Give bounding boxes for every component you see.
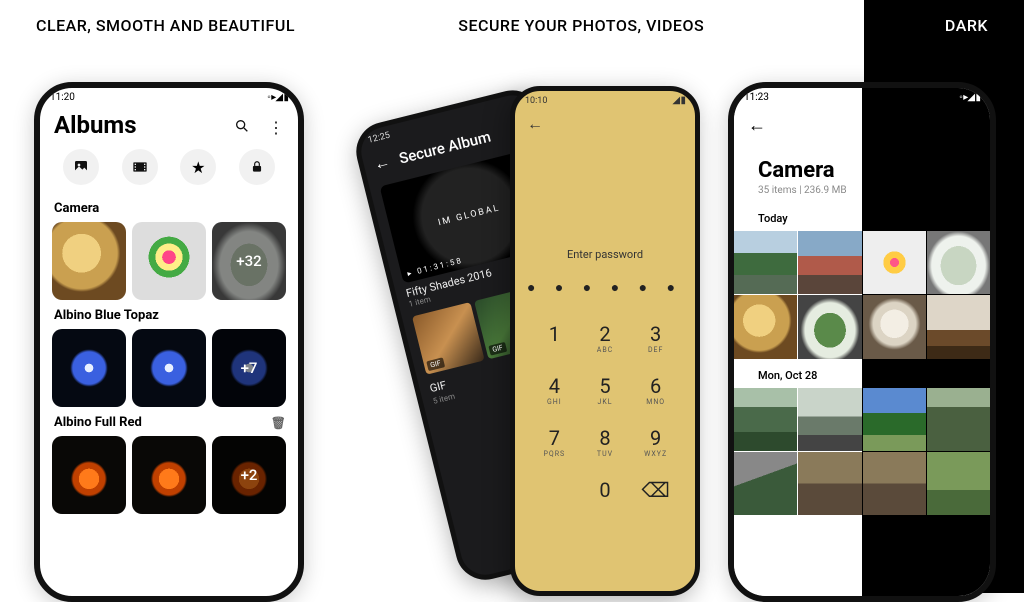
day-label: Today <box>734 202 990 231</box>
movie-logo: IM GLOBAL <box>437 203 501 228</box>
photo-thumbnail[interactable] <box>132 222 206 300</box>
theme-label-light: LIGHT <box>867 16 914 35</box>
photo-thumbnail[interactable] <box>52 436 126 514</box>
photo-thumbnail[interactable]: +32 <box>212 222 286 300</box>
status-time: 12:25 <box>367 130 391 145</box>
filter-row: ★ <box>52 149 286 185</box>
status-bar: 10:10 ◢ ▮ <box>515 91 695 110</box>
photo-thumbnail[interactable] <box>863 231 926 294</box>
theme-label-dark: DARK <box>945 16 988 35</box>
keypad-key-2[interactable]: 2ABC <box>580 322 631 354</box>
status-time: 10:10 <box>525 96 547 106</box>
trash-icon[interactable]: 🗑 <box>271 416 286 430</box>
thumbnail-row: +7 <box>52 329 286 407</box>
more-count-overlay[interactable]: +32 <box>212 222 286 300</box>
photo-thumbnail[interactable] <box>927 452 990 515</box>
phone-albums: 11:20 ◦ ▸◢ ▮ Albums ⋮ ★ Camera+32Albino … <box>34 82 304 602</box>
status-icons: ◦ ▸◢ ▮ <box>959 92 980 103</box>
phone-light-dark: 11:23 ◦ ▸◢ ▮ ← Camera 35 items | 236.9 M… <box>728 82 996 602</box>
keypad-key-1[interactable]: 1 <box>529 322 580 354</box>
photo-thumbnail[interactable] <box>734 231 797 294</box>
secure-item-gif[interactable]: GIF <box>412 302 485 375</box>
gif-badge: GIF <box>426 357 444 371</box>
keypad-key-0[interactable]: 0 <box>580 478 631 502</box>
thumbnail-row: +32 <box>52 222 286 300</box>
photo-grid <box>734 388 990 516</box>
more-icon[interactable]: ⋮ <box>268 118 284 138</box>
keypad-key-7[interactable]: 7PQRS <box>529 426 580 458</box>
album-subtitle: 35 items | 236.9 MB <box>758 185 966 196</box>
status-time: 11:20 <box>50 92 75 103</box>
photo-thumbnail[interactable] <box>863 452 926 515</box>
album-title: Camera <box>758 158 966 183</box>
search-icon[interactable] <box>234 118 250 138</box>
photo-thumbnail[interactable] <box>798 388 861 451</box>
status-time: 11:23 <box>744 92 769 103</box>
keypad-key-3[interactable]: 3DEF <box>630 322 681 354</box>
marketing-headlines: CLEAR, SMOOTH AND BEAUTIFUL SECURE YOUR … <box>0 16 1024 35</box>
photo-thumbnail[interactable]: +2 <box>212 436 286 514</box>
filter-videos[interactable] <box>122 149 158 185</box>
photo-thumbnail[interactable] <box>798 231 861 294</box>
phone-password: 10:10 ◢ ▮ ← Enter password ● ● ● ● ● ● 1… <box>510 86 700 596</box>
photo-thumbnail[interactable] <box>734 388 797 451</box>
status-icons: ◦ ▸◢ ▮ <box>267 92 288 103</box>
photo-thumbnail[interactable] <box>52 329 126 407</box>
more-count-overlay[interactable]: +2 <box>212 436 286 514</box>
headline-middle: SECURE YOUR PHOTOS, VIDEOS <box>458 16 704 35</box>
album-section-title: Camera <box>54 201 286 216</box>
gif-badge: GIF <box>488 342 506 356</box>
photo-thumbnail[interactable] <box>798 452 861 515</box>
photo-thumbnail[interactable] <box>52 222 126 300</box>
photo-thumbnail[interactable] <box>132 329 206 407</box>
photo-thumbnail[interactable] <box>798 295 861 358</box>
status-bar: 11:20 ◦ ▸◢ ▮ <box>40 88 298 107</box>
keypad-key-6[interactable]: 6MNO <box>630 374 681 406</box>
keypad-key-5[interactable]: 5JKL <box>580 374 631 406</box>
photo-thumbnail[interactable] <box>927 388 990 451</box>
keypad-key-4[interactable]: 4GHI <box>529 374 580 406</box>
day-label: Mon, Oct 28 <box>734 359 990 388</box>
password-dots: ● ● ● ● ● ● <box>515 279 695 296</box>
back-icon[interactable]: ← <box>734 107 990 136</box>
filter-images[interactable] <box>63 149 99 185</box>
photo-thumbnail[interactable] <box>734 452 797 515</box>
photo-thumbnail[interactable] <box>927 295 990 358</box>
more-count-overlay[interactable]: +7 <box>212 329 286 407</box>
status-icons: ◢ ▮ <box>672 95 685 106</box>
password-prompt: Enter password <box>515 248 695 261</box>
status-bar: 11:23 ◦ ▸◢ ▮ <box>734 88 990 107</box>
photo-thumbnail[interactable] <box>734 295 797 358</box>
filter-favorite[interactable]: ★ <box>180 149 216 185</box>
numeric-keypad: 12ABC3DEF 4GHI5JKL6MNO 7PQRS8TUV9WXYZ 0⌫ <box>515 322 695 502</box>
photo-thumbnail[interactable] <box>927 231 990 294</box>
photo-grid <box>734 231 990 359</box>
keypad-backspace[interactable]: ⌫ <box>630 478 681 502</box>
filter-secure[interactable] <box>239 149 275 185</box>
keypad-empty <box>529 478 580 502</box>
photo-thumbnail[interactable] <box>863 295 926 358</box>
keypad-key-9[interactable]: 9WXYZ <box>630 426 681 458</box>
back-icon[interactable]: ← <box>515 110 695 138</box>
photo-thumbnail[interactable] <box>863 388 926 451</box>
album-section-title: Albino Blue Topaz <box>54 308 286 323</box>
headline-left: CLEAR, SMOOTH AND BEAUTIFUL <box>36 16 295 35</box>
album-section-title: Albino Full Red🗑 <box>54 415 286 430</box>
photo-thumbnail[interactable]: +7 <box>212 329 286 407</box>
photo-thumbnail[interactable] <box>132 436 206 514</box>
keypad-key-8[interactable]: 8TUV <box>580 426 631 458</box>
thumbnail-row: +2 <box>52 436 286 514</box>
back-icon[interactable]: ← <box>372 152 392 175</box>
